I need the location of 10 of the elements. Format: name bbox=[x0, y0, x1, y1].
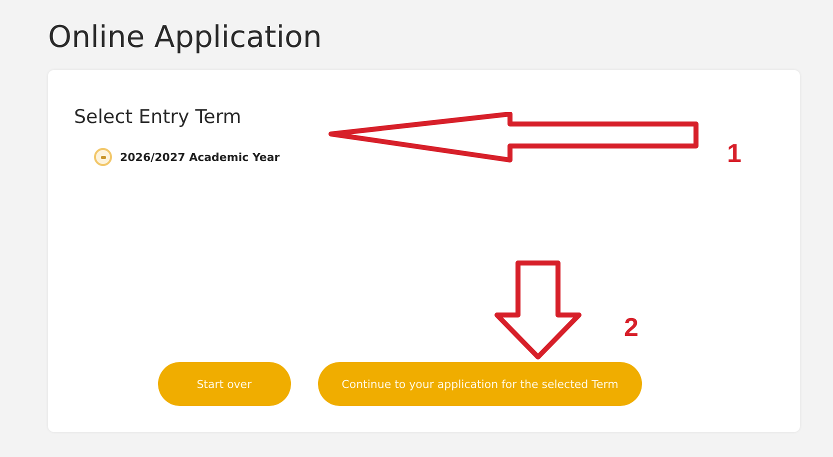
arrow-icon bbox=[328, 112, 700, 164]
option-label[interactable]: 2026/2027 Academic Year bbox=[120, 150, 280, 164]
section-heading: Select Entry Term bbox=[74, 106, 242, 128]
annotation-number: 2 bbox=[624, 312, 638, 343]
action-button[interactable]: Start over bbox=[158, 362, 291, 406]
annotation-number: 1 bbox=[727, 138, 742, 169]
arrow-icon bbox=[493, 260, 583, 360]
page-title: Online Application bbox=[48, 19, 323, 57]
action-button[interactable]: Continue to your application for the selected Term bbox=[318, 362, 642, 406]
radio-button[interactable] bbox=[94, 148, 112, 166]
